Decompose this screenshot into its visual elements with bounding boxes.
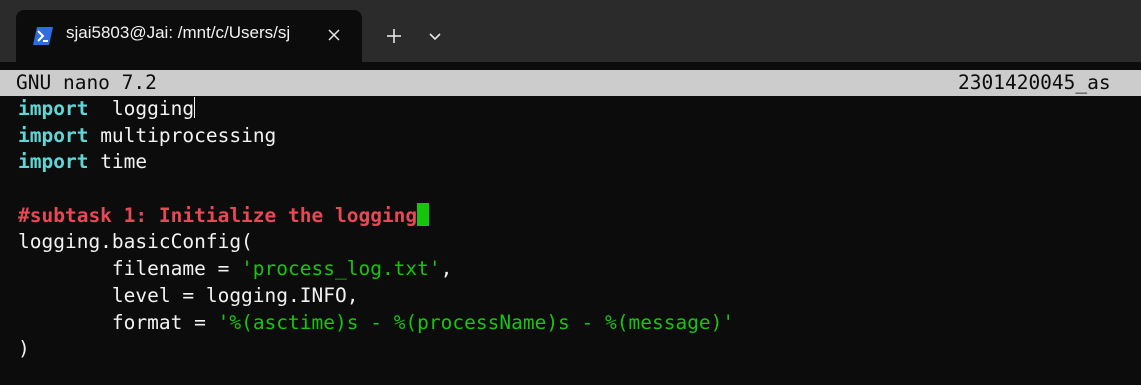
code-line: import logging bbox=[18, 96, 1138, 123]
chevron-down-icon[interactable] bbox=[421, 21, 449, 51]
keyword: import bbox=[18, 123, 89, 147]
code-line: #subtask 1: Initialize the logging bbox=[18, 202, 1138, 230]
nano-editor[interactable]: GNU nano 7.2 2301420045_as import loggin… bbox=[0, 62, 1141, 385]
code-line: import time bbox=[18, 149, 1138, 176]
code-text: time bbox=[88, 150, 148, 174]
code-text: filename = bbox=[18, 257, 242, 281]
code-text: format = bbox=[18, 310, 218, 334]
code-line: logging.basicConfig( bbox=[18, 229, 1138, 256]
tab-strip: sjai5803@Jai: /mnt/c/Users/sj bbox=[0, 0, 1141, 62]
code-line: ) bbox=[18, 336, 1138, 363]
nano-titlebar: GNU nano 7.2 2301420045_as bbox=[0, 70, 1141, 96]
code-text: logging.basicConfig( bbox=[18, 230, 253, 254]
close-icon[interactable] bbox=[319, 20, 349, 50]
comment: #subtask 1: Initialize the logging bbox=[18, 203, 418, 227]
tab-title: sjai5803@Jai: /mnt/c/Users/sj bbox=[66, 23, 291, 42]
code-area[interactable]: import logging import multiprocessing im… bbox=[18, 96, 1138, 363]
code-line: level = logging.INFO, bbox=[18, 283, 1138, 310]
block-cursor bbox=[417, 202, 430, 226]
plus-icon[interactable] bbox=[379, 21, 409, 51]
terminal-tab[interactable]: sjai5803@Jai: /mnt/c/Users/sj bbox=[16, 10, 362, 62]
code-line: filename = 'process_log.txt', bbox=[18, 256, 1138, 283]
code-line: format = '%(asctime)s - %(processName)s … bbox=[18, 310, 1138, 337]
code-text: logging bbox=[88, 97, 195, 120]
terminal-window: sjai5803@Jai: /mnt/c/Users/sj GNU nano 7… bbox=[0, 0, 1141, 385]
powershell-icon bbox=[33, 27, 53, 45]
empty-line bbox=[18, 176, 1138, 203]
nano-version: GNU nano 7.2 bbox=[16, 71, 157, 94]
code-text: multiprocessing bbox=[88, 123, 277, 147]
string-literal: '%(asctime)s - %(processName)s - %(messa… bbox=[217, 310, 735, 334]
code-text: ) bbox=[18, 337, 30, 361]
text-caret bbox=[194, 97, 196, 118]
keyword: import bbox=[18, 97, 89, 120]
code-text: , bbox=[440, 257, 453, 281]
string-literal: 'process_log.txt' bbox=[241, 257, 441, 281]
code-line: import multiprocessing bbox=[18, 123, 1138, 150]
keyword: import bbox=[18, 150, 89, 174]
code-text: level = logging.INFO, bbox=[18, 283, 359, 307]
nano-filename: 2301420045_as bbox=[958, 71, 1111, 94]
